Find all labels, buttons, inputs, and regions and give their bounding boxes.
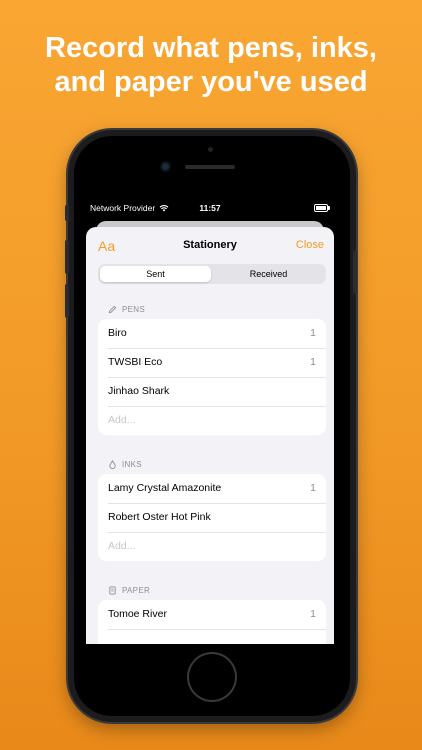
ink-count: 1: [310, 482, 316, 494]
pen-name: TWSBI Eco: [108, 356, 163, 368]
inks-section-header: INKS: [108, 460, 142, 469]
status-bar: Network Provider 11:57: [84, 196, 336, 218]
pens-list: Biro 1 TWSBI Eco 1 Jinhao Shark Add...: [98, 319, 326, 435]
headline-line-2: and paper you've used: [54, 66, 368, 98]
paper-section-header: PAPER: [108, 586, 150, 595]
mute-switch: [65, 205, 69, 221]
sent-received-segmented-control: Sent Received: [98, 264, 326, 284]
segment-sent[interactable]: Sent: [100, 266, 211, 282]
home-button[interactable]: [189, 654, 235, 700]
status-time: 11:57: [199, 203, 221, 213]
pen-name: Biro: [108, 327, 127, 339]
pen-count: 1: [310, 327, 316, 339]
paper-name: Tomoe River: [108, 608, 167, 620]
headline-line-1: Record what pens, inks,: [45, 32, 377, 64]
ink-drop-icon: [109, 460, 116, 469]
ink-name: Lamy Crystal Amazonite: [108, 482, 222, 494]
stationery-sheet: Aa Stationery Close Sent Received PENS B…: [86, 227, 334, 644]
proximity-sensor: [208, 147, 213, 152]
paper-header-label: PAPER: [122, 586, 151, 595]
paper-list: Tomoe River 1: [98, 600, 326, 644]
ink-name: Robert Oster Hot Pink: [108, 511, 211, 523]
pen-name: Jinhao Shark: [108, 385, 170, 397]
front-camera: [162, 163, 169, 170]
list-item[interactable]: TWSBI Eco 1: [98, 348, 326, 377]
add-ink-input[interactable]: Add...: [98, 532, 326, 561]
list-item[interactable]: Robert Oster Hot Pink: [98, 503, 326, 532]
power-button: [353, 250, 357, 294]
phone-screen: Network Provider 11:57 Aa Stationery Clo…: [84, 196, 336, 644]
volume-down-button: [65, 284, 69, 318]
pens-header-label: PENS: [122, 305, 145, 314]
pen-count: 1: [310, 356, 316, 368]
pens-section-header: PENS: [108, 305, 145, 314]
segment-received[interactable]: Received: [213, 266, 324, 282]
list-item[interactable]: Tomoe River 1: [98, 600, 326, 629]
battery-icon: [314, 204, 330, 212]
earpiece-speaker: [185, 165, 235, 169]
list-item[interactable]: Lamy Crystal Amazonite 1: [98, 474, 326, 503]
add-pen-input[interactable]: Add...: [98, 406, 326, 435]
list-item[interactable]: Biro 1: [98, 319, 326, 348]
navigation-bar: Aa Stationery Close: [86, 227, 334, 263]
paper-count: 1: [310, 608, 316, 620]
pencil-icon: [108, 305, 117, 314]
inks-list: Lamy Crystal Amazonite 1 Robert Oster Ho…: [98, 474, 326, 561]
paper-icon: [109, 586, 116, 595]
inks-header-label: INKS: [122, 460, 142, 469]
list-item[interactable]: Jinhao Shark: [98, 377, 326, 406]
close-button[interactable]: Close: [296, 239, 324, 251]
volume-up-button: [65, 240, 69, 274]
list-item-partial: [98, 629, 326, 644]
